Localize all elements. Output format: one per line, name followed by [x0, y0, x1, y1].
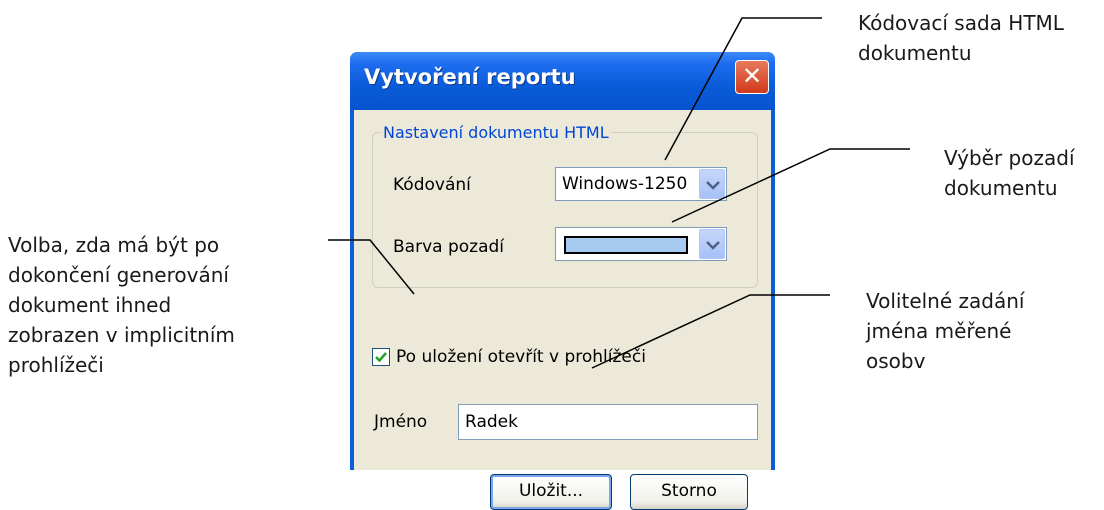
background-callout: Výběr pozadí dokumentu [944, 143, 1075, 203]
background-callout-line [671, 148, 910, 223]
browser-callout: Volba, zda má být po dokončení generován… [8, 230, 235, 380]
callout-line: jména měřené [866, 319, 1012, 343]
name-callout-line [591, 294, 830, 369]
name-callout: Volitelné zadání jména měřené osobv [866, 286, 1024, 376]
callout-line: dokument ihned [8, 293, 172, 317]
callout-line: zobrazen v implicitním [8, 323, 235, 347]
callout-line: dokončení generování [8, 263, 229, 287]
callout-line: dokumentu [944, 176, 1058, 200]
callout-line: Kódovací sada HTML [858, 11, 1064, 35]
callout-line: prohlížeči [8, 353, 104, 377]
encoding-callout-line [664, 17, 822, 161]
browser-callout-line [328, 239, 415, 295]
callout-line: Volitelné zadání [866, 289, 1025, 313]
encoding-callout: Kódovací sada HTML dokumentu [858, 8, 1064, 68]
callout-line: Volba, zda má být po [8, 233, 220, 257]
callout-line: Výběr pozadí [944, 146, 1075, 170]
cancel-button[interactable]: Storno [630, 474, 748, 510]
save-button[interactable]: Uložit... [490, 474, 612, 510]
callout-line: dokumentu [858, 41, 972, 65]
callout-line: osobv [866, 349, 926, 373]
